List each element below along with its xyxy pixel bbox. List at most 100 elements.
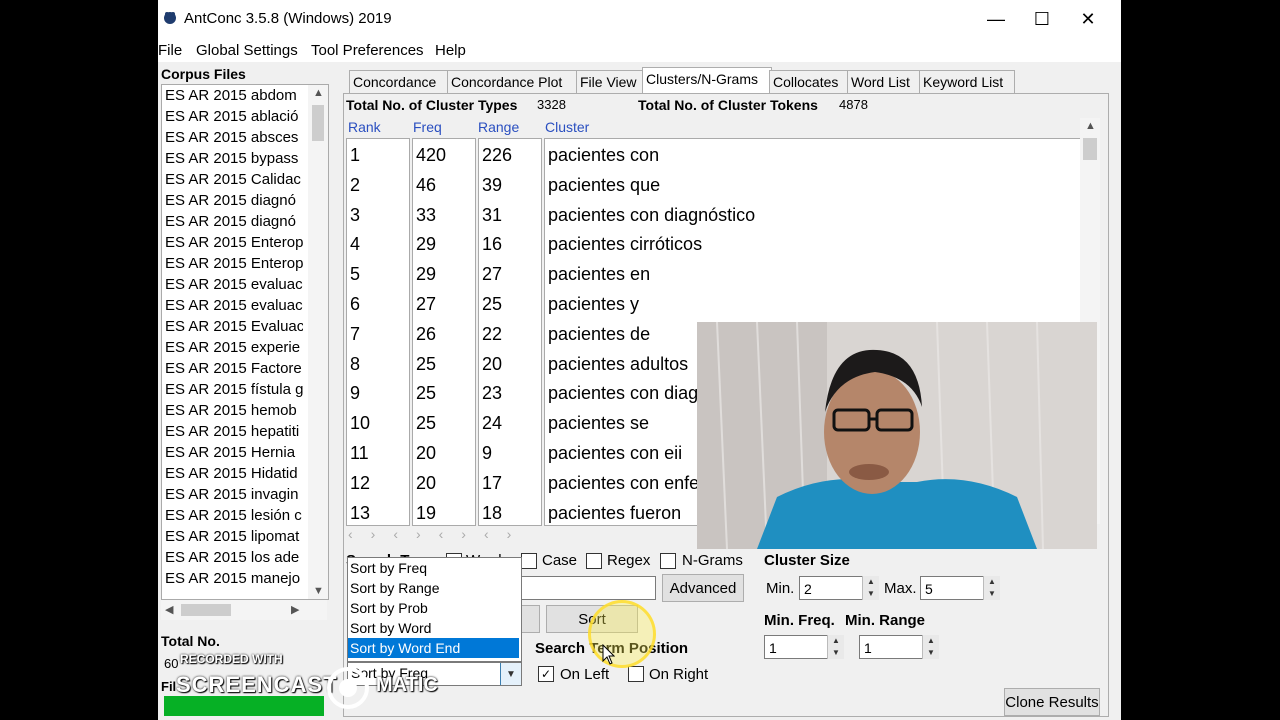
min-size-spinner[interactable]: ▲ ▼ [862,576,879,600]
rank-cell[interactable]: 12 [350,473,370,494]
corpus-file-item[interactable]: ES AR 2015 hepatiti [165,423,303,440]
start-button[interactable] [520,605,540,633]
tab-file-view[interactable]: File View [576,70,644,93]
on-left-checkbox[interactable]: ✓ [538,666,554,682]
freq-cell[interactable]: 19 [416,503,436,524]
corpus-file-item[interactable]: ES AR 2015 absces [165,129,303,146]
corpus-file-item[interactable]: ES AR 2015 los ade [165,549,303,566]
sort-option[interactable]: Sort by Freq [348,558,519,578]
ngrams-checkbox[interactable] [660,553,676,569]
corpus-file-item[interactable]: ES AR 2015 evaluac [165,297,303,314]
range-cell[interactable]: 39 [482,175,502,196]
max-size-spinner[interactable]: ▲ ▼ [983,576,1000,600]
case-checkbox[interactable] [521,553,537,569]
range-cell[interactable]: 31 [482,205,502,226]
tab-concordance[interactable]: Concordance [349,70,449,93]
min-freq-spinner[interactable]: ▲ ▼ [827,635,844,659]
scroll-thumb[interactable] [1083,138,1097,160]
rank-cell[interactable]: 2 [350,175,360,196]
cluster-cell[interactable]: pacientes con diag [548,383,698,404]
cluster-cell[interactable]: pacientes y [548,294,639,315]
sort-dropdown-list[interactable]: Sort by Freq Sort by Range Sort by Prob Sor… [347,557,522,662]
advanced-button[interactable]: Advanced [662,574,744,602]
corpus-file-item[interactable]: ES AR 2015 lipomat [165,528,303,545]
column-header-rank[interactable]: Rank [348,119,381,135]
freq-cell[interactable]: 33 [416,205,436,226]
range-cell[interactable]: 22 [482,324,502,345]
freq-cell[interactable]: 20 [416,473,436,494]
corpus-file-item[interactable]: ES AR 2015 Hidatid [165,465,303,482]
corpus-file-item[interactable]: ES AR 2015 lesión c [165,507,303,524]
freq-cell[interactable]: 27 [416,294,436,315]
freq-cell[interactable]: 46 [416,175,436,196]
range-cell[interactable]: 27 [482,264,502,285]
tab-keyword-list[interactable]: Keyword List [919,70,1015,93]
rank-cell[interactable]: 10 [350,413,370,434]
maximize-button[interactable]: ☐ [1019,0,1065,38]
rank-cell[interactable]: 1 [350,145,360,166]
column-header-cluster[interactable]: Cluster [545,119,589,135]
rank-cell[interactable]: 11 [350,443,369,464]
rank-cell[interactable]: 7 [350,324,360,345]
corpus-file-item[interactable]: ES AR 2015 abdom [165,87,303,104]
range-cell[interactable]: 23 [482,383,502,404]
freq-cell[interactable]: 420 [416,145,446,166]
freq-cell[interactable]: 25 [416,383,436,404]
scroll-down-icon[interactable]: ▼ [313,585,324,597]
close-button[interactable]: ✕ [1065,0,1111,38]
corpus-vertical-scrollbar[interactable]: ▲ ▼ [308,85,328,599]
freq-cell[interactable]: 26 [416,324,436,345]
menu-tool-preferences[interactable]: Tool Preferences [311,42,424,59]
corpus-file-item[interactable]: ES AR 2015 invagin [165,486,303,503]
freq-cell[interactable]: 29 [416,264,436,285]
cluster-cell[interactable]: pacientes con [548,145,659,166]
tab-concordance-plot[interactable]: Concordance Plot [447,70,578,93]
range-cell[interactable]: 18 [482,503,502,524]
cluster-cell[interactable]: pacientes de [548,324,650,345]
corpus-file-item[interactable]: ES AR 2015 hemob [165,402,303,419]
corpus-file-item[interactable]: ES AR 2015 Enterop [165,234,303,251]
range-cell[interactable]: 25 [482,294,502,315]
freq-column[interactable]: 420 46 33 29 29 27 26 25 25 25 20 20 19 [412,138,476,526]
corpus-file-item[interactable]: ES AR 2015 fístula g [165,381,303,398]
freq-cell[interactable]: 25 [416,413,436,434]
corpus-file-item[interactable]: ES AR 2015 diagnó [165,192,303,209]
corpus-file-item[interactable]: ES AR 2015 diagnó [165,213,303,230]
menu-help[interactable]: Help [435,42,466,59]
rank-cell[interactable]: 5 [350,264,360,285]
corpus-file-item[interactable]: ES AR 2015 bypass [165,150,303,167]
rank-cell[interactable]: 9 [350,383,360,404]
regex-checkbox[interactable] [586,553,602,569]
sort-option[interactable]: Sort by Range [348,578,519,598]
scroll-right-icon[interactable]: ▶ [291,603,299,616]
freq-cell[interactable]: 29 [416,234,436,255]
corpus-file-item[interactable]: ES AR 2015 Calidac [165,171,303,188]
cluster-cell[interactable]: pacientes se [548,413,649,434]
scroll-left-icon[interactable]: ◀ [165,603,173,616]
column-header-range[interactable]: Range [478,119,519,135]
scroll-thumb[interactable] [312,105,324,141]
scroll-thumb[interactable] [181,604,231,616]
cluster-cell[interactable]: pacientes con diagnóstico [548,205,755,226]
scroll-up-icon[interactable]: ▲ [313,87,324,99]
range-column[interactable]: 226 39 31 16 27 25 22 20 23 24 9 17 18 [478,138,542,526]
corpus-file-item[interactable]: ES AR 2015 evaluac [165,276,303,293]
menu-global-settings[interactable]: Global Settings [196,42,298,59]
rank-cell[interactable]: 4 [350,234,360,255]
corpus-file-list[interactable]: ES AR 2015 abdom ES AR 2015 ablació ES AR … [161,84,329,600]
min-range-spinner[interactable]: ▲ ▼ [922,635,939,659]
menu-file[interactable]: File [158,42,182,59]
corpus-file-item[interactable]: ES AR 2015 ablació [165,108,303,125]
sort-option[interactable]: Sort by Word End [348,638,519,658]
cluster-cell[interactable]: pacientes fueron [548,503,681,524]
corpus-horizontal-scrollbar[interactable]: ◀ ▶ [161,600,327,620]
cluster-cell[interactable]: pacientes adultos [548,354,688,375]
column-header-freq[interactable]: Freq [413,119,442,135]
rank-cell[interactable]: 8 [350,354,360,375]
tab-clusters-n-grams[interactable]: Clusters/N-Grams [642,67,772,94]
range-cell[interactable]: 20 [482,354,502,375]
freq-cell[interactable]: 20 [416,443,436,464]
sort-option[interactable]: Sort by Word [348,618,519,638]
freq-cell[interactable]: 25 [416,354,436,375]
rank-cell[interactable]: 13 [350,503,370,524]
